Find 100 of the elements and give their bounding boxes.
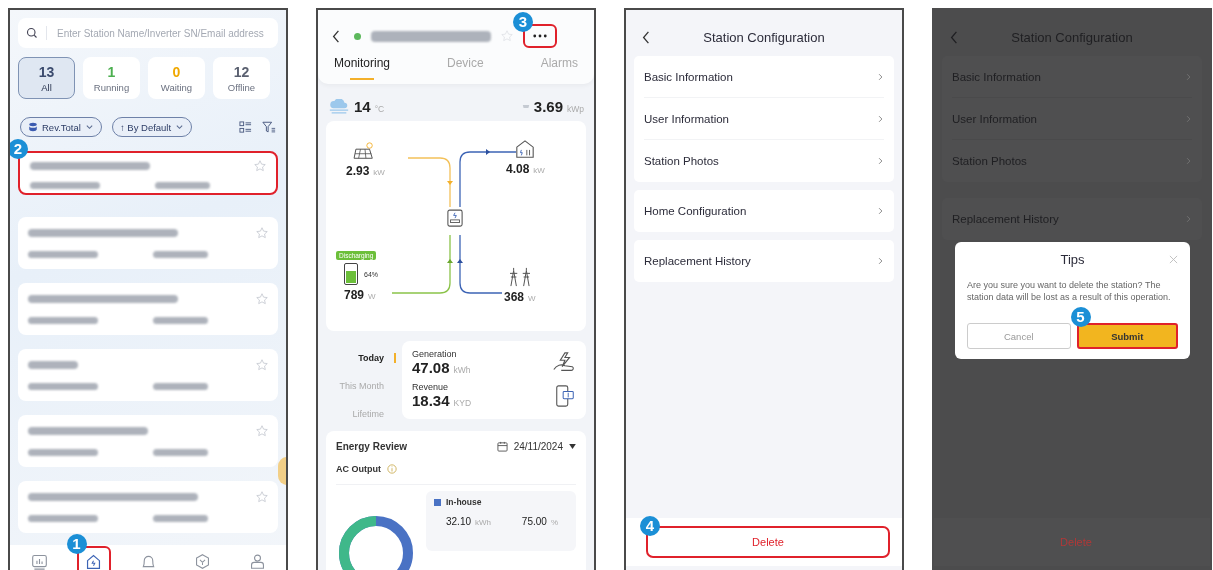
filter-icon[interactable] — [262, 120, 276, 134]
chevron-right-icon — [1185, 72, 1192, 81]
blurred-text — [28, 317, 98, 324]
legend-share: 75.00 — [521, 516, 547, 527]
unit-label: W — [528, 294, 536, 303]
chevron-right-icon — [877, 257, 884, 265]
settings-row[interactable]: User Information — [644, 98, 884, 140]
star-icon[interactable] — [254, 160, 266, 172]
list-view-icon[interactable] — [239, 120, 252, 134]
blurred-text — [153, 449, 208, 456]
capacity-value: 3.69 — [533, 98, 563, 115]
unit-label: W — [368, 292, 376, 301]
chevron-down-icon — [84, 123, 94, 131]
unit-label: kWh — [453, 365, 471, 375]
blurred-text — [28, 361, 78, 369]
chevron-right-icon — [1185, 114, 1192, 123]
legend-label: In-house — [446, 497, 482, 507]
info-icon[interactable] — [387, 464, 397, 474]
power-value: 2.93 — [346, 164, 370, 178]
back-icon — [642, 30, 650, 44]
calendar-icon — [496, 441, 508, 452]
blurred-text — [153, 515, 208, 522]
power-tower-icon — [507, 267, 532, 287]
station-card[interactable] — [18, 283, 278, 335]
blurred-text — [153, 317, 208, 324]
station-card[interactable] — [18, 481, 278, 533]
power-value: 789 — [344, 288, 365, 302]
settings-row[interactable]: Basic Information — [644, 56, 884, 98]
chart-icon — [30, 552, 48, 570]
unit-label: kW — [373, 168, 385, 177]
star-icon[interactable] — [501, 30, 513, 42]
blurred-text — [28, 383, 98, 390]
date-picker[interactable]: 24/11/2024 — [496, 441, 576, 452]
star-icon[interactable] — [256, 425, 268, 437]
status-tab[interactable]: 13 All — [18, 57, 75, 99]
status-tab[interactable]: 1 Running — [83, 57, 140, 99]
unit-label: KYD — [453, 398, 472, 408]
metric-value: 18.34 — [412, 392, 450, 409]
house-icon — [515, 139, 536, 159]
blurred-text — [28, 251, 98, 258]
station-card[interactable] — [18, 349, 278, 401]
section-title: Energy Review — [336, 441, 408, 452]
settings-row[interactable]: Home Configuration — [644, 190, 884, 232]
legend-value: 32.10 — [446, 516, 472, 527]
blurred-text — [30, 182, 100, 189]
power-value: 4.08 — [506, 162, 530, 176]
unit-label: kWh — [475, 518, 492, 527]
blurred-text — [153, 251, 208, 258]
star-icon[interactable] — [256, 293, 268, 305]
solar-flow-line — [407, 157, 453, 208]
dialog-message: Are you sure you want to delete the station? The station data will be lost as a result of this operation. — [967, 279, 1172, 303]
caret-icon — [569, 444, 576, 449]
metric-label: AC Output — [336, 464, 381, 474]
chevron-right-icon — [877, 207, 884, 215]
chevron-right-icon — [1185, 157, 1192, 165]
tab[interactable]: Monitoring — [334, 54, 391, 80]
star-icon[interactable] — [256, 359, 268, 371]
search-input[interactable]: Enter Station Name/Inverter SN/Email address — [55, 26, 270, 40]
chevron-right-icon — [877, 72, 884, 81]
battery-flow-line — [391, 234, 453, 294]
metric-value: 47.08 — [412, 359, 450, 376]
blurred-text — [155, 182, 210, 189]
inverter-icon — [447, 209, 463, 229]
chevron-down-icon — [175, 123, 185, 131]
phone-money-icon — [554, 383, 576, 408]
metric-label: Revenue — [412, 382, 450, 392]
more-icon — [533, 34, 547, 38]
blurred-text — [28, 515, 98, 522]
power-value: 368 — [504, 290, 525, 304]
status-tab[interactable]: 0 Waiting — [148, 57, 205, 99]
search-field[interactable]: Enter Station Name/Inverter SN/Email address — [18, 18, 278, 48]
hexagon-icon — [194, 552, 211, 570]
chevron-right-icon — [877, 157, 884, 165]
database-icon — [28, 122, 38, 132]
screen-title: Station Configuration — [702, 29, 826, 45]
settings-row[interactable]: Replacement History — [644, 240, 884, 282]
settings-row[interactable]: Station Photos — [644, 140, 884, 182]
filter-dropdown[interactable]: Rev.Total — [20, 117, 102, 137]
blurred-text — [153, 383, 208, 390]
back-icon — [332, 29, 340, 43]
unit-label: % — [550, 518, 558, 527]
chevron-right-icon — [1185, 215, 1192, 223]
house-icon — [85, 552, 102, 570]
dialog-title: Tips — [1060, 252, 1085, 267]
status-tab[interactable]: 12 Offline — [213, 57, 270, 99]
metric-label: Generation — [412, 349, 458, 359]
close-icon[interactable] — [1169, 255, 1178, 264]
station-card[interactable] — [18, 217, 278, 269]
temperature-value: 14 — [354, 98, 371, 115]
star-icon[interactable] — [256, 491, 268, 503]
unit-label: °C — [374, 104, 385, 114]
back-icon — [950, 30, 958, 44]
submit-button[interactable]: Submit — [1076, 323, 1178, 349]
period-tab[interactable]: Today — [358, 353, 396, 363]
blurred-text — [28, 449, 98, 456]
cloud-icon — [328, 99, 350, 114]
filter-dropdown[interactable]: ↑ By Default — [111, 117, 193, 137]
star-icon[interactable] — [256, 227, 268, 239]
unit-label: kW — [533, 166, 545, 175]
station-card[interactable] — [18, 415, 278, 467]
